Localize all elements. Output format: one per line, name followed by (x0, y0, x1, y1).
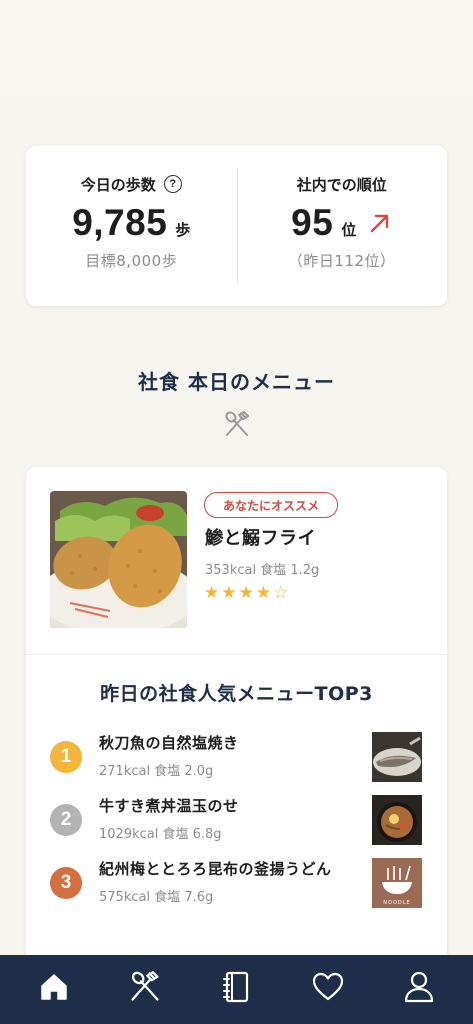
star-filled-icon: ★ (255, 583, 271, 603)
recommended-badge: あなたにオススメ (204, 492, 339, 518)
rank-label: 社内での順位 (297, 173, 387, 195)
menu-card: あなたにオススメ 鯵と鰯フライ 353kcal 食塩 1.2g ★ ★ ★ ★ … (26, 467, 447, 967)
card-divider (26, 654, 447, 655)
star-filled-icon: ★ (238, 583, 254, 603)
steps-value: 9,785 (72, 202, 168, 243)
utensils-icon (131, 970, 159, 1001)
menu-thumbnail (372, 732, 422, 782)
featured-menu-image (50, 491, 187, 628)
nav-home[interactable] (24, 962, 84, 1012)
rank-badge: 2 (50, 804, 82, 836)
rank-value: 95 (291, 202, 334, 243)
menu-nutrition: 575kcal 食塩 7.6g (99, 890, 214, 905)
stat-divider (237, 168, 238, 284)
steps-unit: 歩 (175, 221, 191, 239)
menu-thumbnail (372, 795, 422, 845)
rank-value-row: 95 位 (291, 202, 392, 244)
list-item[interactable]: 3 紀州梅ととろろ昆布の釜揚うどん 575kcal 食塩 7.6g NOODLE (50, 858, 422, 910)
steps-stat[interactable]: 今日の歩数 ? 9,785 歩 目標8,000歩 (26, 146, 237, 306)
menu-name: 紀州梅ととろろ昆布の釜揚うどん (99, 860, 332, 878)
stats-card: 今日の歩数 ? 9,785 歩 目標8,000歩 社内での順位 95 位 （昨日… (26, 146, 447, 306)
home-icon (40, 973, 67, 1000)
featured-menu-nutrition: 353kcal 食塩 1.2g (205, 563, 320, 578)
noodle-thumbnail: NOODLE (372, 858, 422, 908)
menu-nutrition: 1029kcal 食塩 6.8g (99, 827, 222, 842)
steps-label-text: 今日の歩数 (80, 175, 156, 194)
star-filled-icon: ★ (221, 583, 237, 603)
menu-name: 牛すき煮丼温玉のせ (99, 797, 239, 815)
heart-icon (312, 972, 343, 1000)
help-icon[interactable]: ? (163, 175, 182, 193)
top-band (0, 0, 473, 95)
nav-menu[interactable] (115, 962, 175, 1012)
nav-notebook[interactable] (206, 962, 266, 1012)
list-item[interactable]: 1 秋刀魚の自然塩焼き 271kcal 食塩 2.0g (50, 732, 422, 784)
featured-menu-name: 鯵と鰯フライ (205, 528, 316, 549)
section-title: 社食 本日のメニュー (138, 370, 335, 394)
rank-stat[interactable]: 社内での順位 95 位 （昨日112位） (237, 146, 448, 306)
steps-goal: 目標8,000歩 (85, 252, 178, 270)
list-item[interactable]: 2 牛すき煮丼温玉のせ 1029kcal 食塩 6.8g (50, 795, 422, 847)
utensils-icon (225, 411, 249, 436)
rank-badge: 1 (50, 741, 82, 773)
menu-nutrition: 271kcal 食塩 2.0g (99, 764, 214, 779)
menu-name: 秋刀魚の自然塩焼き (99, 734, 239, 752)
star-empty-icon: ☆ (273, 583, 289, 603)
rank-previous: （昨日112位） (287, 252, 396, 270)
steps-label: 今日の歩数 ? (81, 173, 182, 195)
bottom-nav (0, 955, 473, 1024)
nav-profile[interactable] (389, 962, 449, 1012)
noodle-logo-text: NOODLE (383, 900, 410, 906)
rank-label-text: 社内での順位 (296, 175, 387, 194)
star-filled-icon: ★ (204, 583, 220, 603)
top3-title: 昨日の社食人気メニューTOP3 (100, 683, 373, 705)
user-icon (405, 971, 434, 1002)
nav-favorites[interactable] (298, 962, 358, 1012)
steps-value-row: 9,785 歩 (72, 202, 190, 244)
arrow-up-right-icon (371, 214, 389, 233)
notebook-icon (223, 971, 249, 1002)
rating-stars: ★ ★ ★ ★ ☆ (204, 583, 288, 603)
rank-badge: 3 (50, 867, 82, 899)
rank-unit: 位 (341, 221, 357, 239)
featured-menu[interactable]: あなたにオススメ 鯵と鰯フライ 353kcal 食塩 1.2g ★ ★ ★ ★ … (50, 491, 430, 631)
